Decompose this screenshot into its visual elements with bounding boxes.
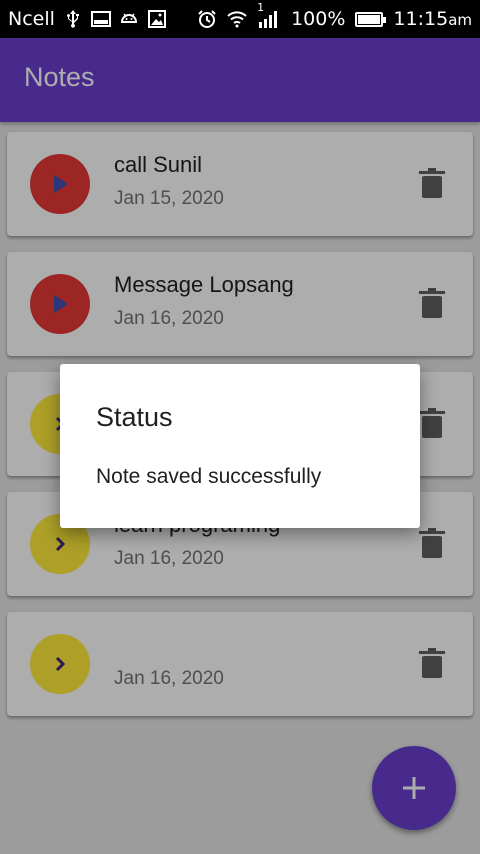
signal-icon: 1 [257, 1, 281, 29]
sim-slot-label: 1 [257, 1, 265, 14]
dialog-title: Status [96, 402, 173, 432]
usb-icon [63, 9, 83, 29]
android-icon [119, 9, 139, 29]
wifi-icon [227, 9, 247, 29]
clock-time: 11:15 [393, 8, 449, 30]
terminal-icon [90, 9, 111, 29]
image-icon [147, 9, 167, 29]
status-dialog: Status Note saved successfully [60, 364, 420, 528]
clock-suffix: am [448, 11, 472, 29]
dialog-message: Note saved successfully [96, 465, 322, 488]
battery-percent: 100% [291, 8, 346, 30]
status-bar: Ncell 1 100% 11:15am [0, 0, 480, 38]
clock: 11:15am [393, 8, 472, 30]
carrier-name: Ncell [8, 8, 55, 30]
alarm-icon [197, 9, 217, 29]
battery-icon [355, 11, 387, 27]
